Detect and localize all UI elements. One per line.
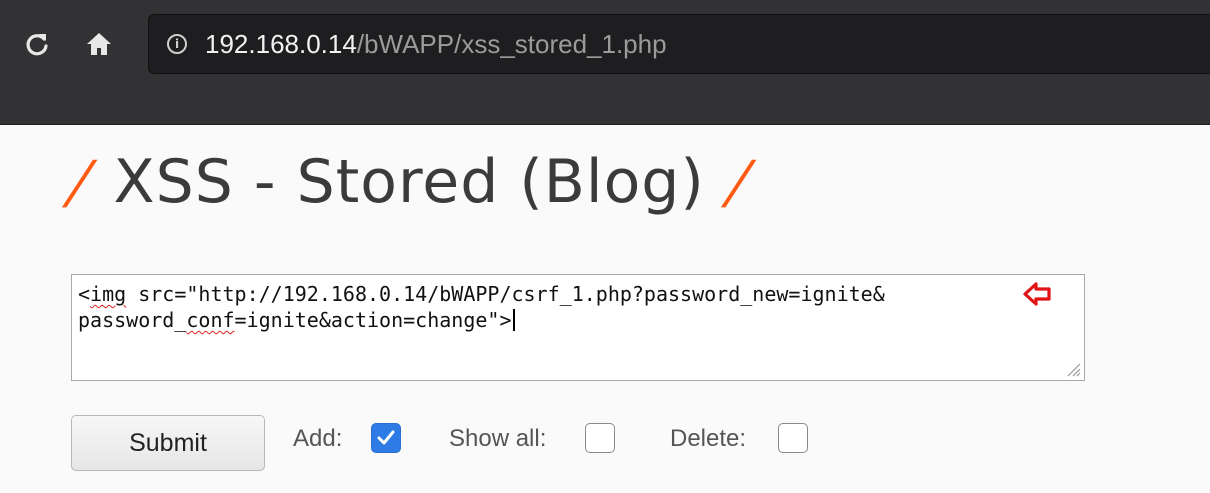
entry-text: =ignite&action=change"> <box>234 308 512 332</box>
home-button[interactable] <box>84 26 114 62</box>
add-label: Add: <box>293 425 343 452</box>
checkmark-icon <box>377 430 395 445</box>
resize-grip-icon[interactable] <box>1065 361 1081 377</box>
blog-entry-textarea[interactable]: <img src="http://192.168.0.14/bWAPP/csrf… <box>71 274 1085 381</box>
delete-checkbox[interactable] <box>778 423 808 453</box>
spellcheck-word: conf <box>186 308 235 332</box>
delete-label: Delete: <box>670 425 747 452</box>
add-checkbox[interactable] <box>371 423 401 453</box>
text-caret <box>512 309 515 331</box>
reload-icon <box>26 34 48 56</box>
reload-button[interactable] <box>22 26 52 62</box>
title-slash-left: / <box>65 148 95 216</box>
entry-text: src="http://192.168.0.14/bWAPP/csrf_1.ph… <box>126 282 885 306</box>
spellcheck-word: img <box>90 282 127 306</box>
entry-line-2: password_conf=ignite&action=change"> <box>78 308 515 332</box>
show-all-label: Show all: <box>449 425 547 452</box>
address-bar[interactable]: i 192.168.0.14/bWAPP/xss_stored_1.php <box>148 14 1210 74</box>
page-title: / XSS - Stored (Blog) / <box>65 142 753 222</box>
url-host: 192.168.0.14 <box>205 28 357 59</box>
entry-line-1: <img src="http://192.168.0.14/bWAPP/csrf… <box>78 282 885 306</box>
show-all-checkbox[interactable] <box>585 423 615 453</box>
info-circle-icon[interactable]: i <box>167 34 187 54</box>
submit-button[interactable]: Submit <box>71 415 265 471</box>
entry-text: password_ <box>78 308 187 332</box>
url-text: 192.168.0.14/bWAPP/xss_stored_1.php <box>205 29 667 60</box>
page-title-text: XSS - Stored (Blog) <box>113 147 705 217</box>
browser-toolbar: i 192.168.0.14/bWAPP/xss_stored_1.php <box>0 0 1210 125</box>
url-path: /bWAPP/xss_stored_1.php <box>356 28 667 59</box>
title-slash-right: / <box>724 148 754 216</box>
entry-text: < <box>78 282 91 306</box>
home-icon <box>87 33 111 55</box>
red-left-arrow-icon <box>1023 282 1051 306</box>
